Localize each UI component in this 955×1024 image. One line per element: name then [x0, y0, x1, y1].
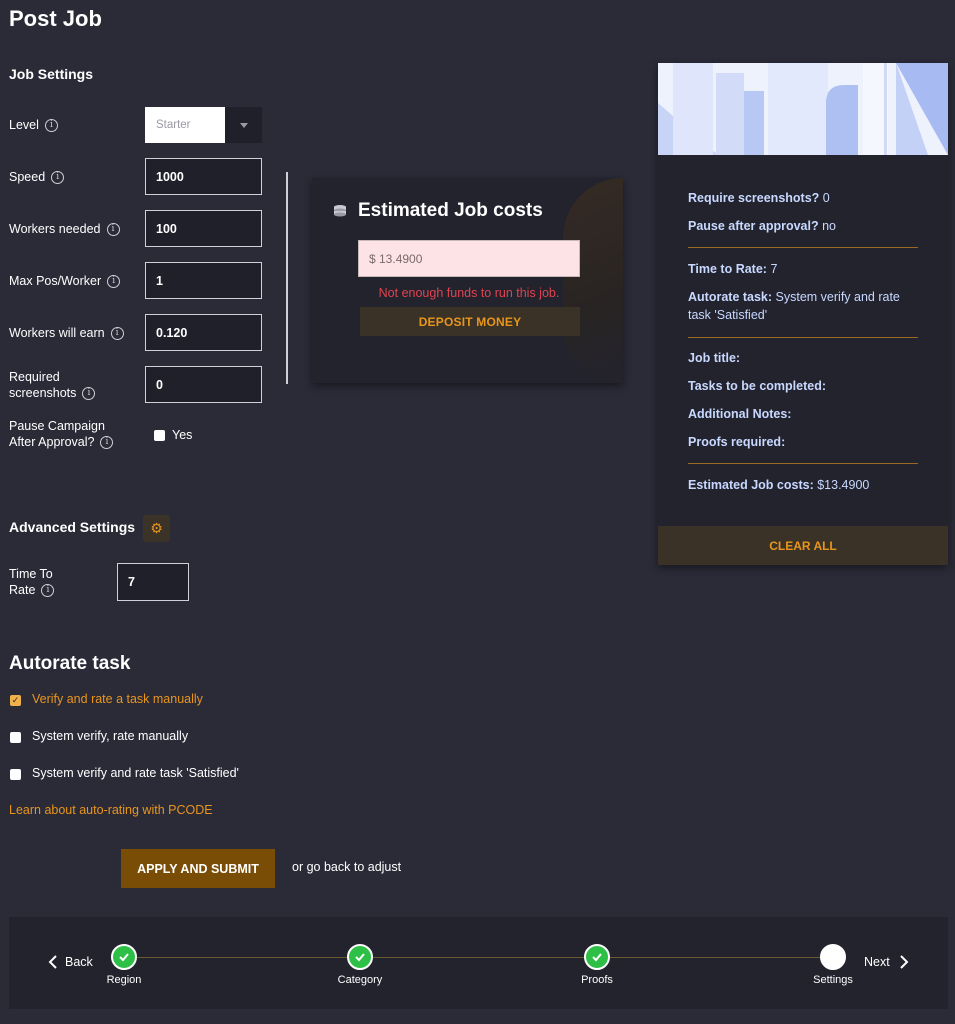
cost-amount-field: $ 13.4900: [358, 240, 580, 277]
step-settings-label: Settings: [813, 974, 853, 986]
cost-card-title: Estimated Job costs: [358, 200, 543, 221]
summary-proofs: Proofs required:: [688, 435, 786, 449]
divider: [286, 172, 288, 384]
summary-banner-image: [658, 63, 948, 155]
check-icon: [592, 953, 602, 962]
autorate-option-2-label[interactable]: System verify, rate manually: [32, 729, 188, 743]
info-icon[interactable]: i: [44, 119, 58, 133]
level-label: Level i: [9, 117, 58, 133]
summary-job-title: Job title:: [688, 351, 741, 365]
time-to-rate-label: Time To Rate i: [9, 567, 55, 598]
wizard-stepper: Back Region Category Proofs Settings Nex…: [9, 917, 948, 1009]
info-icon[interactable]: i: [100, 436, 114, 450]
info-icon[interactable]: i: [51, 171, 65, 185]
coins-icon: [333, 204, 347, 223]
speed-input[interactable]: 1000: [145, 158, 262, 195]
level-select-toggle[interactable]: [225, 107, 262, 143]
summary-pause-after-approval: Pause after approval? no: [688, 219, 836, 233]
required-screenshots-input[interactable]: 0: [145, 366, 262, 403]
summary-notes: Additional Notes:: [688, 407, 792, 421]
info-icon[interactable]: i: [82, 387, 96, 401]
chevron-right-icon: [899, 955, 909, 969]
clear-all-button[interactable]: CLEAR ALL: [658, 526, 948, 565]
page-title: Post Job: [9, 6, 102, 31]
deposit-money-button[interactable]: DEPOSIT MONEY: [360, 307, 580, 336]
max-pos-worker-input[interactable]: 1: [145, 262, 262, 299]
pause-campaign-yes-label: Yes: [172, 428, 193, 442]
autorate-option-3-checkbox[interactable]: [10, 769, 21, 780]
step-proofs-dot[interactable]: [584, 944, 610, 970]
step-region-label: Region: [106, 974, 142, 986]
level-select[interactable]: Starter: [145, 107, 225, 143]
info-icon[interactable]: i: [41, 584, 55, 598]
chevron-down-icon: [239, 122, 248, 128]
estimated-cost-card: Estimated Job costs $ 13.4900 Not enough…: [312, 178, 623, 383]
info-icon[interactable]: i: [110, 327, 124, 341]
summary-tasks: Tasks to be completed:: [688, 379, 826, 393]
step-region-dot[interactable]: [111, 944, 137, 970]
time-to-rate-input[interactable]: 7: [117, 563, 189, 601]
step-category-label: Category: [337, 974, 383, 986]
check-icon: [355, 953, 365, 962]
job-settings-title: Job Settings: [9, 66, 94, 82]
autorate-option-1-label[interactable]: Verify and rate a task manually: [32, 692, 203, 706]
card-decoration: [563, 178, 623, 383]
workers-needed-input[interactable]: 100: [145, 210, 262, 247]
gear-icon: ⚙: [150, 520, 163, 536]
level-select-value: Starter: [156, 119, 191, 131]
insufficient-funds-error: Not enough funds to run this job.: [378, 286, 560, 300]
chevron-left-icon: [48, 955, 57, 969]
learn-autorating-link[interactable]: Learn about auto-rating with PCODE: [9, 803, 213, 817]
advanced-settings-button[interactable]: ⚙: [143, 515, 170, 542]
step-settings-dot[interactable]: [820, 944, 846, 970]
speed-label: Speed i: [9, 169, 65, 185]
summary-panel: Require screenshots? 0 Pause after appro…: [658, 63, 948, 565]
next-button[interactable]: Next: [864, 955, 910, 969]
summary-divider: [688, 463, 918, 464]
workers-will-earn-label: Workers will earn i: [9, 325, 124, 341]
info-icon[interactable]: i: [106, 223, 120, 237]
autorate-option-2-checkbox[interactable]: [10, 732, 21, 743]
step-proofs-label: Proofs: [581, 974, 613, 986]
info-icon[interactable]: i: [107, 275, 121, 289]
autorate-option-1-checkbox[interactable]: ✓: [10, 695, 21, 706]
stepper-track: [134, 957, 842, 958]
go-back-text: or go back to adjust: [292, 860, 402, 874]
pause-campaign-checkbox[interactable]: [154, 430, 165, 441]
back-button[interactable]: Back: [47, 955, 93, 969]
max-pos-worker-label: Max Pos/Worker i: [9, 273, 121, 289]
summary-autorate-task: Autorate task: System verify and rate tas…: [688, 290, 900, 322]
apply-and-submit-button[interactable]: APPLY AND SUBMIT: [121, 849, 275, 888]
workers-needed-label: Workers needed i: [9, 221, 120, 237]
autorate-title: Autorate task: [9, 653, 131, 674]
summary-time-to-rate: Time to Rate: 7: [688, 262, 778, 276]
summary-divider: [688, 337, 918, 338]
workers-will-earn-input[interactable]: 0.120: [145, 314, 262, 351]
check-icon: [119, 953, 129, 962]
autorate-option-3-label[interactable]: System verify and rate task 'Satisfied': [32, 766, 239, 780]
advanced-settings-title: Advanced Settings: [9, 519, 136, 535]
summary-estimated-costs: Estimated Job costs: $13.4900: [688, 478, 870, 492]
pause-campaign-label: Pause Campaign After Approval? i: [9, 418, 114, 450]
required-screenshots-label: Required screenshots i: [9, 369, 96, 401]
summary-divider: [688, 247, 918, 248]
summary-require-screenshots: Require screenshots? 0: [688, 191, 830, 205]
step-category-dot[interactable]: [347, 944, 373, 970]
